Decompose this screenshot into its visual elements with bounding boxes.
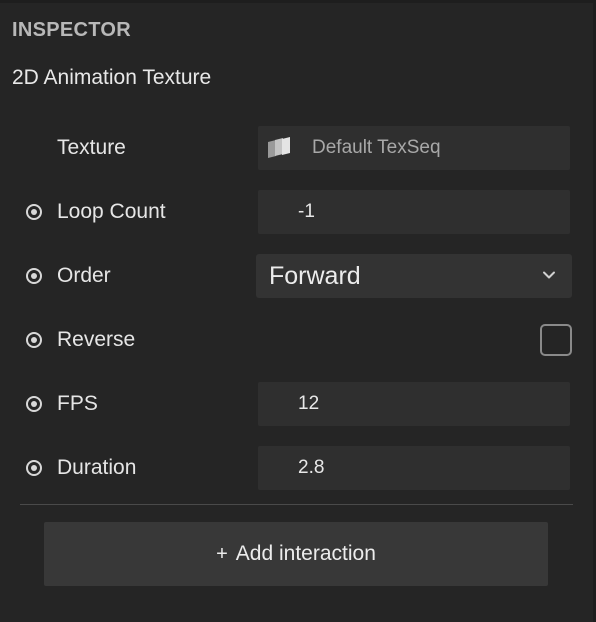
property-row-duration: Duration 2.8	[0, 446, 596, 490]
texture-sequence-icon	[268, 137, 290, 158]
texture-value: Default TexSeq	[312, 137, 441, 158]
order-label: Order	[57, 264, 111, 287]
order-dropdown[interactable]: Forward	[256, 254, 572, 298]
property-row-order: Order Forward	[0, 254, 596, 298]
duration-bind-radio-icon[interactable]	[26, 460, 42, 476]
reverse-bind-radio-icon[interactable]	[26, 332, 42, 348]
reverse-checkbox[interactable]	[540, 324, 572, 356]
fps-bind-radio-icon[interactable]	[26, 396, 42, 412]
texture-field[interactable]: Default TexSeq	[258, 126, 570, 170]
section-divider	[20, 504, 573, 505]
panel-top-border	[0, 0, 596, 3]
fps-value: 12	[298, 393, 320, 414]
add-interaction-label: Add interaction	[235, 542, 376, 565]
add-interaction-button[interactable]: + Add interaction	[44, 522, 548, 586]
plus-icon: +	[216, 542, 228, 565]
order-value: Forward	[269, 262, 361, 290]
panel-title: INSPECTOR	[12, 19, 132, 41]
texture-label: Texture	[57, 136, 126, 159]
loop-count-input[interactable]: -1	[258, 190, 570, 234]
duration-value: 2.8	[298, 457, 325, 478]
component-title: 2D Animation Texture	[12, 66, 212, 89]
duration-input[interactable]: 2.8	[258, 446, 570, 490]
fps-input[interactable]: 12	[258, 382, 570, 426]
property-row-reverse: Reverse	[0, 318, 596, 362]
property-row-loop-count: Loop Count -1	[0, 190, 596, 234]
property-row-fps: FPS 12	[0, 382, 596, 426]
reverse-label: Reverse	[57, 328, 136, 351]
chevron-down-icon	[543, 271, 555, 279]
property-row-texture: Texture Default TexSeq	[0, 126, 596, 170]
duration-label: Duration	[57, 456, 137, 479]
fps-label: FPS	[57, 392, 98, 415]
loop-count-bind-radio-icon[interactable]	[26, 204, 42, 220]
loop-count-value: -1	[298, 201, 315, 222]
order-bind-radio-icon[interactable]	[26, 268, 42, 284]
loop-count-label: Loop Count	[57, 200, 166, 223]
